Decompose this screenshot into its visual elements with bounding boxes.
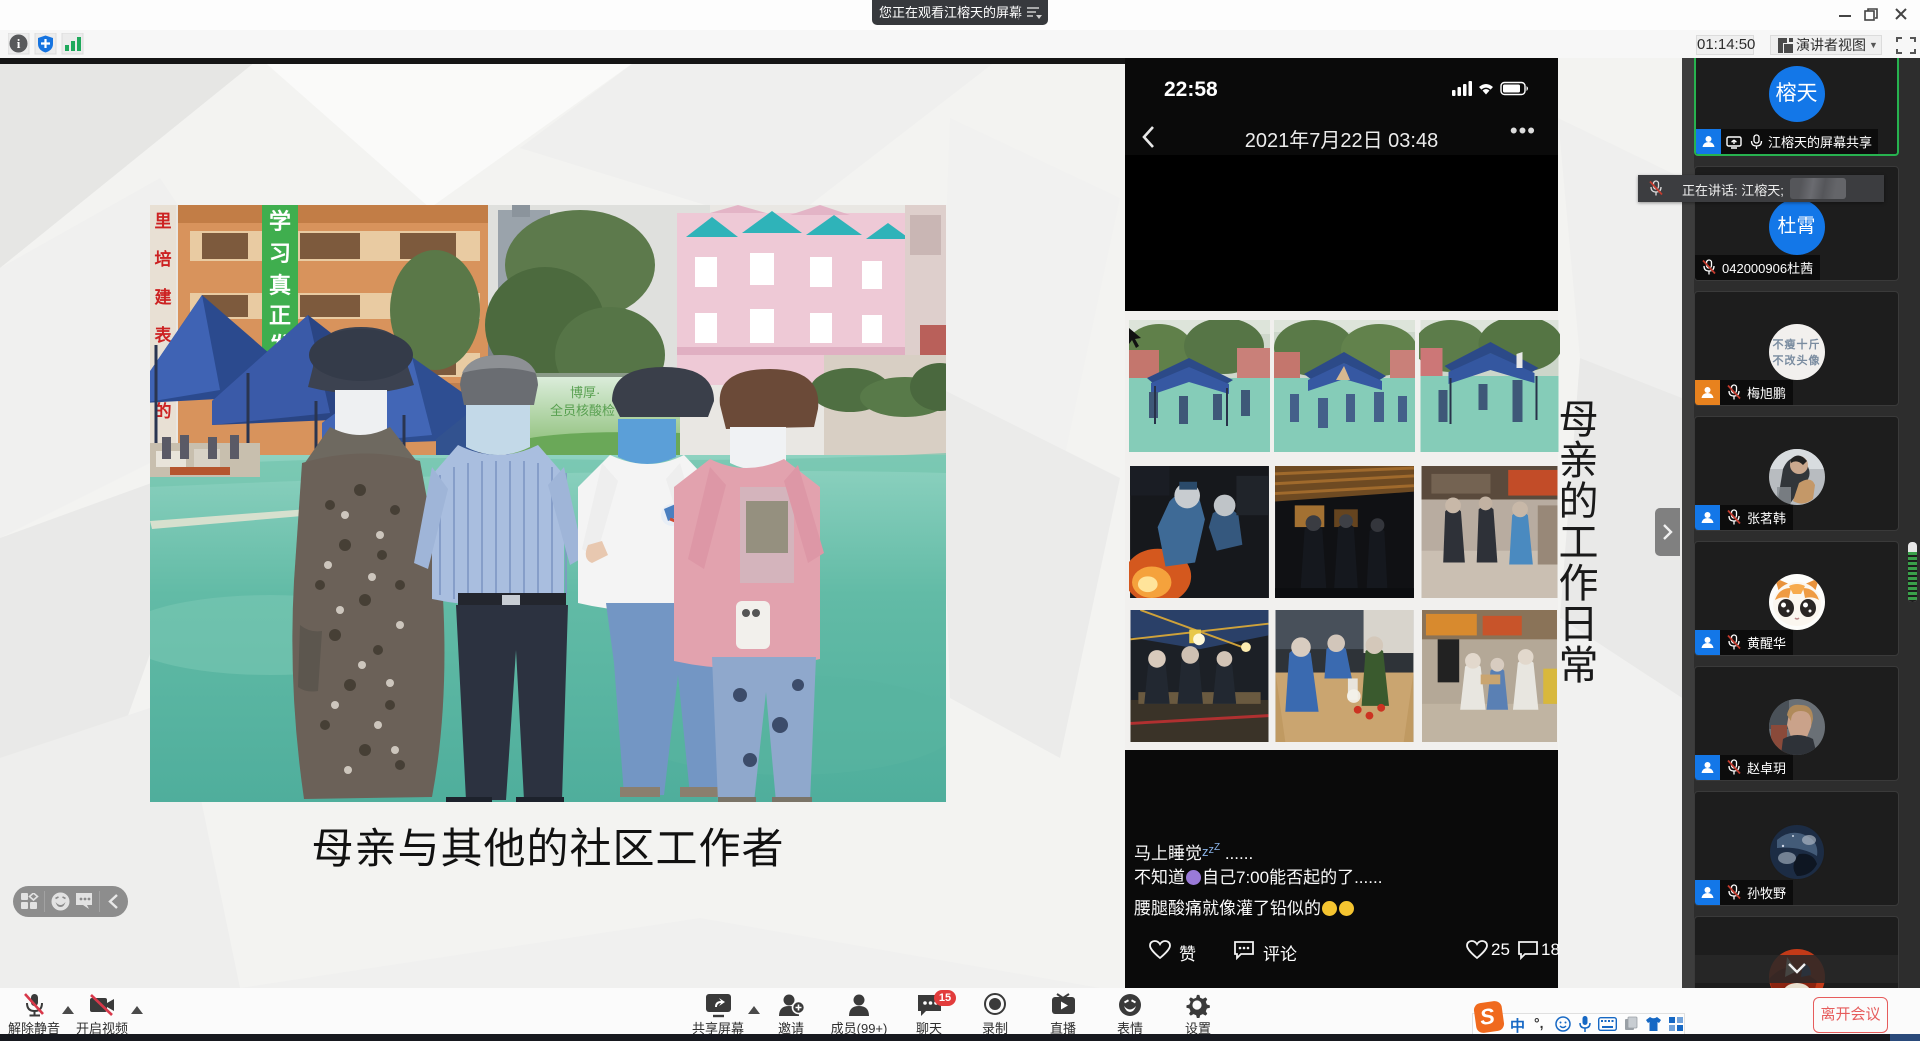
- svg-text:真: 真: [269, 273, 291, 298]
- svg-text:正: 正: [269, 303, 291, 328]
- svg-text:学: 学: [269, 209, 291, 234]
- svg-text:建: 建: [155, 287, 172, 307]
- svg-text:培: 培: [155, 249, 172, 269]
- svg-text:习: 习: [269, 241, 291, 266]
- svg-text:全员核酸检: 全员核酸检: [550, 403, 615, 418]
- svg-text:博厚·: 博厚·: [570, 385, 600, 400]
- svg-text:表: 表: [155, 325, 173, 345]
- svg-text:i: i: [17, 36, 21, 51]
- svg-text:里: 里: [155, 212, 172, 231]
